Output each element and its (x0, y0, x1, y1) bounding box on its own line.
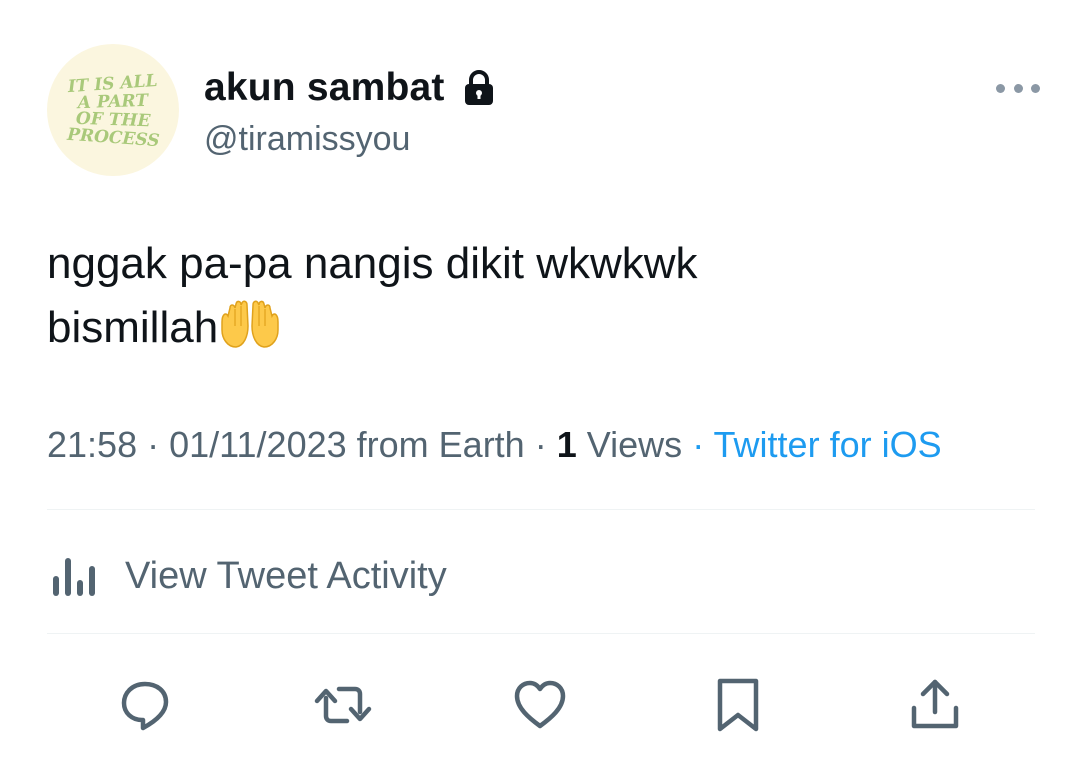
share-icon (911, 679, 959, 729)
lock-icon (463, 70, 495, 106)
display-name[interactable]: akun sambat (204, 66, 445, 110)
reply-icon (121, 681, 169, 731)
like-button[interactable] (505, 670, 575, 740)
tweet-line-2-text: bismillah (47, 303, 219, 352)
tweet-text: nggak pa-pa nangis dikit wkwkwk bismilla… (47, 232, 1037, 360)
heart-icon (514, 680, 566, 729)
retweet-button[interactable] (308, 670, 378, 740)
reply-button[interactable] (110, 670, 180, 740)
bookmark-icon (717, 678, 759, 732)
views-label: Views (586, 424, 683, 465)
more-dot (996, 83, 1005, 93)
avatar[interactable]: IT IS ALL A PART OF THE PROCESS (47, 44, 179, 176)
palms-up-together-icon (218, 300, 282, 350)
tweet-time[interactable]: 21:58 (47, 424, 137, 465)
tweet-source-link[interactable]: Twitter for iOS (714, 424, 942, 465)
more-dot (1031, 83, 1040, 93)
meta-separator: · (534, 424, 547, 465)
retweet-icon (314, 686, 372, 724)
more-dot (1013, 83, 1023, 93)
divider (47, 633, 1035, 634)
views-count: 1 (556, 424, 577, 465)
tweet-actions-bar (0, 670, 1079, 740)
more-options-icon[interactable] (996, 78, 1040, 98)
tweet-location: from Earth (356, 424, 525, 465)
bookmark-button[interactable] (703, 670, 773, 740)
tweet-line-1: nggak pa-pa nangis dikit wkwkwk (47, 239, 698, 288)
avatar-image: IT IS ALL A PART OF THE PROCESS (66, 71, 161, 151)
handle[interactable]: @tiramissyou (204, 120, 410, 159)
bar-chart-icon (47, 554, 103, 598)
share-button[interactable] (900, 670, 970, 740)
meta-separator: · (147, 424, 160, 465)
tweet-meta: 21:58 · 01/11/2023 from Earth · 1 Views … (47, 424, 942, 466)
divider (47, 509, 1035, 510)
meta-separator: · (692, 424, 705, 465)
author-name-row: akun sambat (204, 62, 495, 114)
tweet-line-2: bismillah (47, 296, 1037, 360)
view-tweet-activity-label: View Tweet Activity (125, 554, 447, 597)
view-tweet-activity-button[interactable]: View Tweet Activity (47, 548, 447, 604)
tweet-date[interactable]: 01/11/2023 (169, 424, 347, 465)
